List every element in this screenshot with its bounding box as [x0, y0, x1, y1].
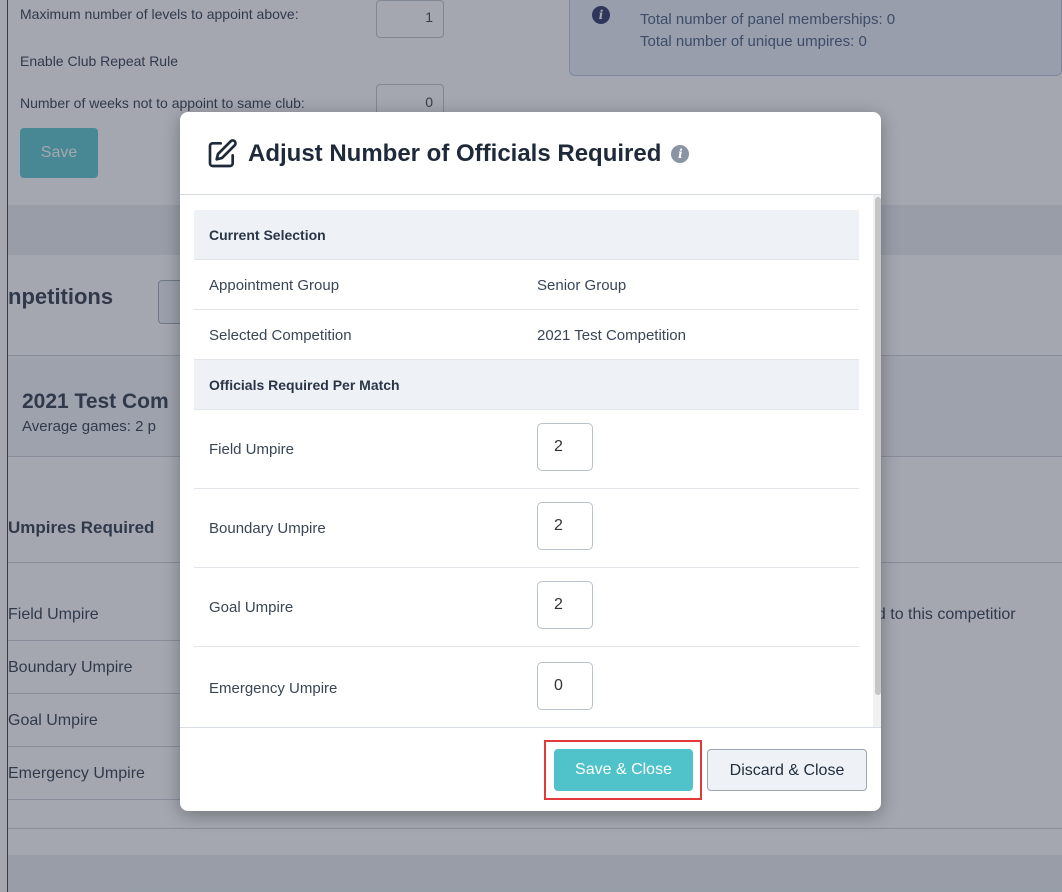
modal-title-text: Adjust Number of Officials Required [248, 140, 662, 167]
row-label: Appointment Group [209, 277, 340, 294]
table-row: Appointment Group Senior Group [194, 260, 859, 310]
modal-footer: Save & Close Discard & Close [180, 727, 881, 811]
row-label: Goal Umpire [209, 599, 294, 616]
row-label: Field Umpire [209, 441, 295, 458]
row-value: Senior Group [537, 277, 627, 294]
info-icon[interactable]: i [671, 145, 690, 163]
boundary-umpire-input[interactable]: 2 [537, 502, 593, 550]
official-row-boundary: Boundary Umpire 2 [194, 489, 859, 568]
field-umpire-input[interactable]: 2 [537, 423, 593, 471]
row-label: Emergency Umpire [209, 680, 338, 697]
modal-body: Current Selection Appointment Group Seni… [180, 195, 881, 727]
section-title: Current Selection [209, 227, 326, 243]
modal-header: Adjust Number of Officials Required i [180, 112, 881, 195]
row-value: 2021 Test Competition [537, 327, 686, 344]
official-row-goal: Goal Umpire 2 [194, 568, 859, 647]
official-row-field: Field Umpire 2 [194, 410, 859, 489]
emergency-umpire-input[interactable]: 0 [537, 662, 593, 710]
current-selection-header: Current Selection [194, 210, 859, 260]
table-row: Selected Competition 2021 Test Competiti… [194, 310, 859, 360]
modal-title: Adjust Number of Officials Required i [206, 138, 690, 170]
officials-header: Officials Required Per Match [194, 360, 859, 410]
discard-close-button[interactable]: Discard & Close [707, 749, 867, 791]
scrollbar-thumb[interactable] [875, 197, 881, 695]
section-title: Officials Required Per Match [209, 377, 400, 393]
official-row-emergency: Emergency Umpire 0 [194, 647, 859, 727]
goal-umpire-input[interactable]: 2 [537, 581, 593, 629]
adjust-officials-modal: Adjust Number of Officials Required i Cu… [180, 112, 881, 811]
save-close-button[interactable]: Save & Close [554, 749, 693, 791]
row-label: Selected Competition [209, 327, 352, 344]
row-label: Boundary Umpire [209, 520, 326, 537]
edit-icon [206, 138, 238, 170]
